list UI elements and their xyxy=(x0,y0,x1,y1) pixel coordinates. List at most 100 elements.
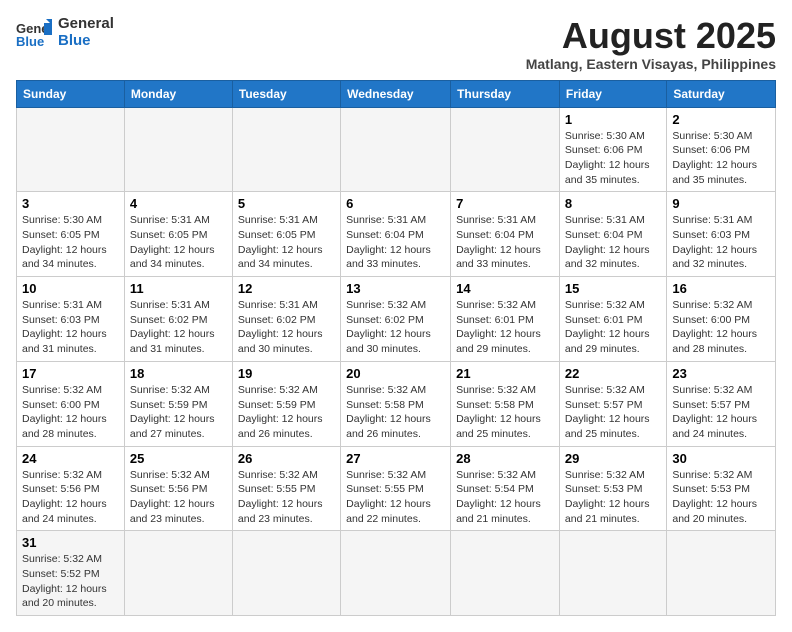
day-cell: 12Sunrise: 5:31 AM Sunset: 6:02 PM Dayli… xyxy=(232,277,340,362)
day-info: Sunrise: 5:32 AM Sunset: 6:02 PM Dayligh… xyxy=(346,298,445,357)
day-cell xyxy=(17,107,125,192)
logo-blue: Blue xyxy=(58,33,114,50)
header-day-saturday: Saturday xyxy=(667,80,776,107)
day-cell xyxy=(341,107,451,192)
day-cell xyxy=(124,107,232,192)
day-cell: 7Sunrise: 5:31 AM Sunset: 6:04 PM Daylig… xyxy=(451,192,560,277)
day-info: Sunrise: 5:32 AM Sunset: 5:53 PM Dayligh… xyxy=(672,468,770,527)
day-number: 6 xyxy=(346,196,445,211)
day-info: Sunrise: 5:31 AM Sunset: 6:05 PM Dayligh… xyxy=(238,213,335,272)
day-cell xyxy=(451,531,560,616)
day-info: Sunrise: 5:32 AM Sunset: 5:53 PM Dayligh… xyxy=(565,468,661,527)
day-cell: 15Sunrise: 5:32 AM Sunset: 6:01 PM Dayli… xyxy=(559,277,666,362)
header-day-thursday: Thursday xyxy=(451,80,560,107)
day-cell: 17Sunrise: 5:32 AM Sunset: 6:00 PM Dayli… xyxy=(17,361,125,446)
day-cell: 3 Sunrise: 5:30 AM Sunset: 6:05 PM Daylig… xyxy=(17,192,125,277)
day-info: Sunrise: 5:30 AM Sunset: 6:06 PM Dayligh… xyxy=(672,129,770,188)
day-info: Sunrise: 5:31 AM Sunset: 6:04 PM Dayligh… xyxy=(565,213,661,272)
day-cell: 18Sunrise: 5:32 AM Sunset: 5:59 PM Dayli… xyxy=(124,361,232,446)
day-info: Sunrise: 5:31 AM Sunset: 6:03 PM Dayligh… xyxy=(672,213,770,272)
day-cell: 24Sunrise: 5:32 AM Sunset: 5:56 PM Dayli… xyxy=(17,446,125,531)
day-cell: 14Sunrise: 5:32 AM Sunset: 6:01 PM Dayli… xyxy=(451,277,560,362)
day-info: Sunrise: 5:32 AM Sunset: 6:00 PM Dayligh… xyxy=(672,298,770,357)
day-cell xyxy=(232,107,340,192)
day-number: 30 xyxy=(672,451,770,466)
week-row-3: 17Sunrise: 5:32 AM Sunset: 6:00 PM Dayli… xyxy=(17,361,776,446)
day-cell xyxy=(451,107,560,192)
day-number: 15 xyxy=(565,281,661,296)
day-number: 21 xyxy=(456,366,554,381)
logo-icon: General Blue xyxy=(16,19,52,47)
day-number: 18 xyxy=(130,366,227,381)
day-info: Sunrise: 5:31 AM Sunset: 6:03 PM Dayligh… xyxy=(22,298,119,357)
day-number: 4 xyxy=(130,196,227,211)
day-number: 5 xyxy=(238,196,335,211)
header-day-friday: Friday xyxy=(559,80,666,107)
week-row-2: 10 Sunrise: 5:31 AM Sunset: 6:03 PM Dayli… xyxy=(17,277,776,362)
day-cell: 1 Sunrise: 5:30 AM Sunset: 6:06 PM Daylig… xyxy=(559,107,666,192)
day-number: 25 xyxy=(130,451,227,466)
week-row-0: 1 Sunrise: 5:30 AM Sunset: 6:06 PM Daylig… xyxy=(17,107,776,192)
day-number: 29 xyxy=(565,451,661,466)
day-number: 10 xyxy=(22,281,119,296)
day-cell: 11 Sunrise: 5:31 AM Sunset: 6:02 PM Dayli… xyxy=(124,277,232,362)
header-row: SundayMondayTuesdayWednesdayThursdayFrid… xyxy=(17,80,776,107)
week-row-4: 24Sunrise: 5:32 AM Sunset: 5:56 PM Dayli… xyxy=(17,446,776,531)
day-info: Sunrise: 5:32 AM Sunset: 5:52 PM Dayligh… xyxy=(22,552,119,611)
week-row-1: 3 Sunrise: 5:30 AM Sunset: 6:05 PM Daylig… xyxy=(17,192,776,277)
day-cell: 2Sunrise: 5:30 AM Sunset: 6:06 PM Daylig… xyxy=(667,107,776,192)
day-info: Sunrise: 5:30 AM Sunset: 6:05 PM Dayligh… xyxy=(22,213,119,272)
day-cell: 27 Sunrise: 5:32 AM Sunset: 5:55 PM Dayli… xyxy=(341,446,451,531)
day-number: 3 xyxy=(22,196,119,211)
day-number: 8 xyxy=(565,196,661,211)
day-number: 9 xyxy=(672,196,770,211)
week-row-5: 31Sunrise: 5:32 AM Sunset: 5:52 PM Dayli… xyxy=(17,531,776,616)
day-cell: 19Sunrise: 5:32 AM Sunset: 5:59 PM Dayli… xyxy=(232,361,340,446)
day-cell: 26Sunrise: 5:32 AM Sunset: 5:55 PM Dayli… xyxy=(232,446,340,531)
day-number: 12 xyxy=(238,281,335,296)
day-info: Sunrise: 5:32 AM Sunset: 5:57 PM Dayligh… xyxy=(672,383,770,442)
day-info: Sunrise: 5:31 AM Sunset: 6:02 PM Dayligh… xyxy=(130,298,227,357)
day-number: 7 xyxy=(456,196,554,211)
svg-text:Blue: Blue xyxy=(16,34,44,47)
day-cell xyxy=(232,531,340,616)
day-cell: 28 Sunrise: 5:32 AM Sunset: 5:54 PM Dayli… xyxy=(451,446,560,531)
day-info: Sunrise: 5:31 AM Sunset: 6:05 PM Dayligh… xyxy=(130,213,227,272)
month-year-title: August 2025 xyxy=(526,16,776,56)
header-day-monday: Monday xyxy=(124,80,232,107)
calendar-table: SundayMondayTuesdayWednesdayThursdayFrid… xyxy=(16,80,776,617)
day-cell: 25Sunrise: 5:32 AM Sunset: 5:56 PM Dayli… xyxy=(124,446,232,531)
page-header: General Blue General Blue August 2025 Ma… xyxy=(16,16,776,72)
day-number: 1 xyxy=(565,112,661,127)
day-info: Sunrise: 5:31 AM Sunset: 6:04 PM Dayligh… xyxy=(346,213,445,272)
day-info: Sunrise: 5:32 AM Sunset: 5:56 PM Dayligh… xyxy=(22,468,119,527)
day-cell: 23 Sunrise: 5:32 AM Sunset: 5:57 PM Dayli… xyxy=(667,361,776,446)
day-cell: 22Sunrise: 5:32 AM Sunset: 5:57 PM Dayli… xyxy=(559,361,666,446)
day-number: 28 xyxy=(456,451,554,466)
day-info: Sunrise: 5:32 AM Sunset: 5:57 PM Dayligh… xyxy=(565,383,661,442)
day-number: 16 xyxy=(672,281,770,296)
day-number: 11 xyxy=(130,281,227,296)
day-info: Sunrise: 5:32 AM Sunset: 5:55 PM Dayligh… xyxy=(346,468,445,527)
header-day-sunday: Sunday xyxy=(17,80,125,107)
day-number: 27 xyxy=(346,451,445,466)
day-number: 23 xyxy=(672,366,770,381)
header-day-tuesday: Tuesday xyxy=(232,80,340,107)
day-cell: 8 Sunrise: 5:31 AM Sunset: 6:04 PM Daylig… xyxy=(559,192,666,277)
day-cell: 10 Sunrise: 5:31 AM Sunset: 6:03 PM Dayli… xyxy=(17,277,125,362)
day-cell: 20Sunrise: 5:32 AM Sunset: 5:58 PM Dayli… xyxy=(341,361,451,446)
day-info: Sunrise: 5:32 AM Sunset: 6:00 PM Dayligh… xyxy=(22,383,119,442)
day-cell xyxy=(667,531,776,616)
day-info: Sunrise: 5:30 AM Sunset: 6:06 PM Dayligh… xyxy=(565,129,661,188)
day-info: Sunrise: 5:32 AM Sunset: 5:55 PM Dayligh… xyxy=(238,468,335,527)
title-area: August 2025 Matlang, Eastern Visayas, Ph… xyxy=(526,16,776,72)
day-info: Sunrise: 5:32 AM Sunset: 5:58 PM Dayligh… xyxy=(346,383,445,442)
day-info: Sunrise: 5:32 AM Sunset: 5:54 PM Dayligh… xyxy=(456,468,554,527)
day-number: 19 xyxy=(238,366,335,381)
day-cell: 6 Sunrise: 5:31 AM Sunset: 6:04 PM Daylig… xyxy=(341,192,451,277)
day-cell: 21 Sunrise: 5:32 AM Sunset: 5:58 PM Dayli… xyxy=(451,361,560,446)
calendar-header: SundayMondayTuesdayWednesdayThursdayFrid… xyxy=(17,80,776,107)
day-cell: 9 Sunrise: 5:31 AM Sunset: 6:03 PM Daylig… xyxy=(667,192,776,277)
header-day-wednesday: Wednesday xyxy=(341,80,451,107)
day-info: Sunrise: 5:32 AM Sunset: 5:58 PM Dayligh… xyxy=(456,383,554,442)
